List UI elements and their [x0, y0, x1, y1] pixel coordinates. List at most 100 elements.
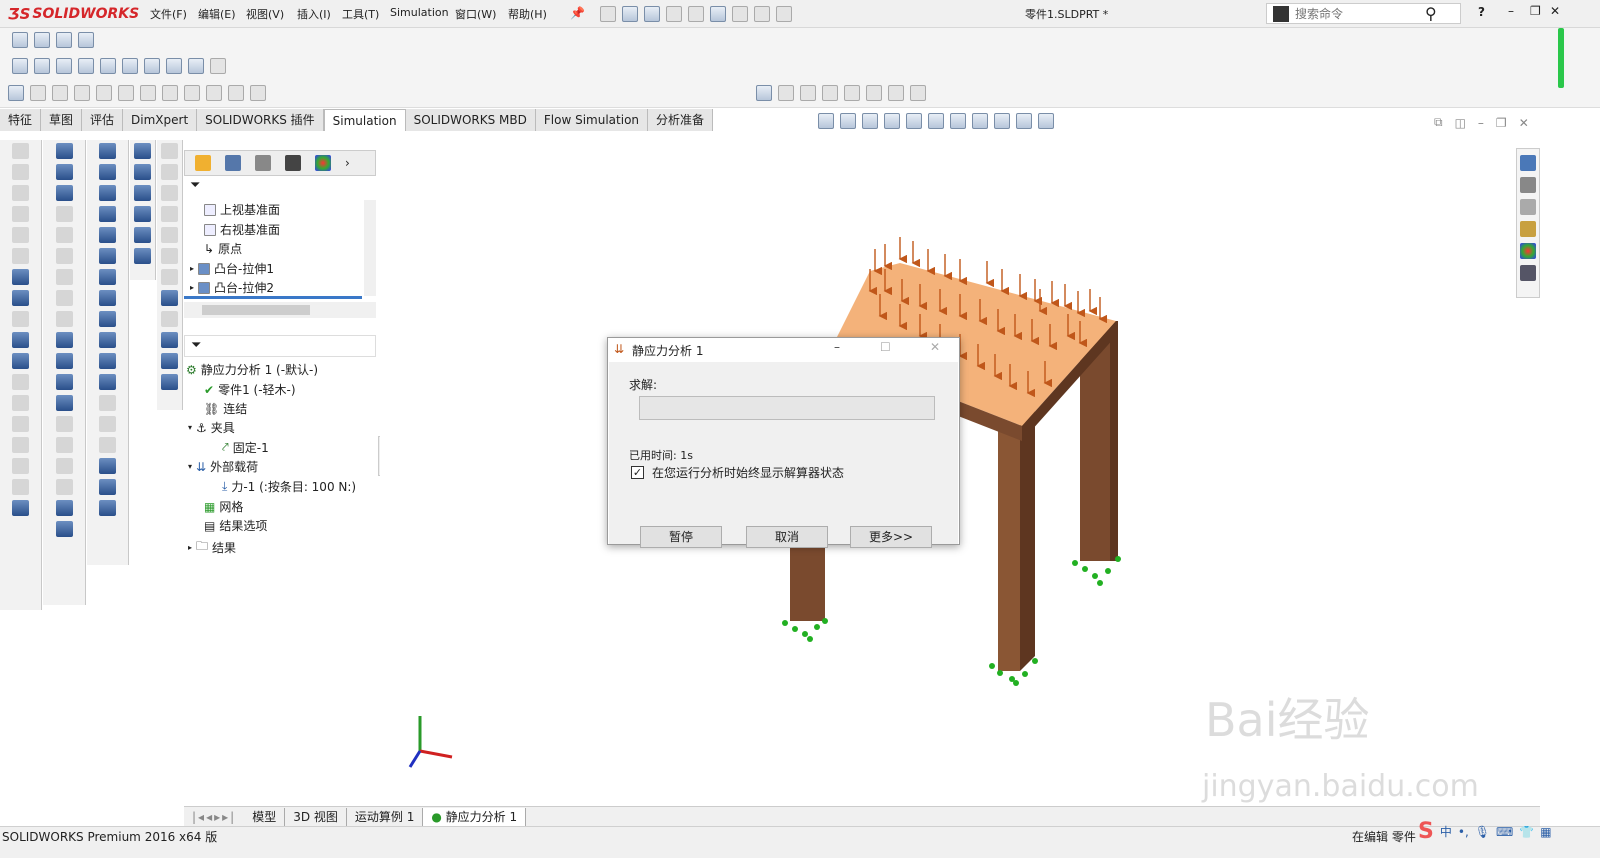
- tree-item-top-plane[interactable]: 上视基准面: [204, 201, 280, 218]
- cmd-icon[interactable]: [12, 437, 29, 453]
- plot-icon[interactable]: [910, 85, 926, 101]
- force-1-node[interactable]: ⤓ 力-1 (:按条目: 100 N:): [222, 478, 356, 495]
- search-command-box[interactable]: ⚲: [1266, 3, 1461, 24]
- tree-vertical-scrollbar[interactable]: [364, 200, 376, 296]
- cmd-icon[interactable]: [161, 353, 178, 369]
- tab-mbd[interactable]: SOLIDWORKS MBD: [405, 109, 536, 131]
- external-loads-node[interactable]: ▾ ⇊ 外部载荷: [188, 458, 258, 475]
- zoom-icon[interactable]: [8, 85, 24, 101]
- animate-icon[interactable]: [888, 85, 904, 101]
- tab-static-study[interactable]: ● 静应力分析 1: [423, 807, 527, 826]
- cmd-icon[interactable]: [55, 521, 73, 537]
- cube2-icon[interactable]: [140, 85, 156, 101]
- cmd-icon[interactable]: [55, 500, 73, 516]
- rebuild-icon[interactable]: [732, 6, 748, 22]
- cmd-icon[interactable]: [161, 143, 178, 159]
- hide-show-icon[interactable]: [972, 113, 988, 129]
- resources-icon[interactable]: [1520, 177, 1536, 193]
- results-node[interactable]: ▸ 🗀 结果: [188, 537, 236, 558]
- mesh-node[interactable]: ▦ 网格: [204, 498, 243, 515]
- cmd-icon[interactable]: [55, 353, 73, 369]
- part-node[interactable]: ✔ 零件1 (-轻木-): [204, 381, 296, 398]
- export-icon[interactable]: [250, 85, 266, 101]
- menu-simulation[interactable]: Simulation: [390, 6, 449, 19]
- cmd-icon[interactable]: [99, 227, 116, 243]
- result-options-node[interactable]: ▤ 结果选项: [204, 517, 267, 534]
- cmd-icon[interactable]: [12, 395, 29, 411]
- microphone-icon[interactable]: 🎙: [1475, 825, 1490, 839]
- cmd-icon[interactable]: [55, 143, 73, 159]
- tree-horizontal-scrollbar[interactable]: [184, 302, 376, 318]
- close-icon[interactable]: ✕: [1550, 4, 1560, 18]
- tab-evaluate[interactable]: 评估: [82, 109, 124, 131]
- help-button[interactable]: ?: [1478, 5, 1485, 19]
- toolbox-icon[interactable]: ▦: [1540, 825, 1551, 839]
- options-gear-icon[interactable]: [776, 6, 792, 22]
- cmd-icon[interactable]: [55, 374, 73, 390]
- design-check-icon[interactable]: [822, 85, 838, 101]
- cmd-icon[interactable]: [161, 290, 178, 306]
- pin-icon[interactable]: 📌: [570, 6, 585, 20]
- cmd-icon[interactable]: [12, 290, 29, 306]
- doc-minimize-icon[interactable]: –: [1478, 116, 1484, 130]
- report2-icon[interactable]: [844, 85, 860, 101]
- filter-icon[interactable]: ⏷: [191, 338, 201, 353]
- cmd-icon[interactable]: [12, 269, 29, 285]
- tab-features[interactable]: 特征: [0, 109, 42, 131]
- cmd-icon[interactable]: [99, 164, 116, 180]
- tab-dimxpert[interactable]: DimXpert: [123, 109, 198, 131]
- collapse-icon[interactable]: ▾: [188, 462, 192, 471]
- keyboard-icon[interactable]: ⌨: [1496, 825, 1513, 839]
- minimize-icon[interactable]: –: [1508, 4, 1514, 18]
- appearance-icon[interactable]: [78, 32, 94, 48]
- cmd-icon[interactable]: [12, 500, 29, 516]
- cmd-icon[interactable]: [55, 206, 73, 222]
- cmd-icon[interactable]: [12, 143, 29, 159]
- sketch-tool-icon[interactable]: [12, 32, 28, 48]
- punctuation-icon[interactable]: •,: [1458, 825, 1469, 839]
- fixture-1-node[interactable]: ⤤ 固定-1: [222, 439, 269, 456]
- design-library-icon[interactable]: [1520, 199, 1536, 215]
- arrow-down-icon[interactable]: [74, 85, 90, 101]
- sogou-icon[interactable]: S: [1418, 819, 1434, 844]
- cmd-icon[interactable]: [161, 206, 178, 222]
- dynamic-annotation-icon[interactable]: [906, 113, 922, 129]
- undo-icon[interactable]: [688, 6, 704, 22]
- zoom-area-icon[interactable]: [840, 113, 856, 129]
- solidworks-logo[interactable]: ƷS SOLIDWORKS: [8, 2, 139, 26]
- tree-item-boss-extrude-2[interactable]: ▸ 凸台-拉伸2: [190, 279, 274, 296]
- chart-icon[interactable]: [96, 85, 112, 101]
- cmd-icon[interactable]: [55, 290, 73, 306]
- report-icon[interactable]: [228, 85, 244, 101]
- open-icon[interactable]: [622, 6, 638, 22]
- tab-motion-study[interactable]: 运动算例 1: [347, 807, 424, 826]
- select-icon[interactable]: [710, 6, 726, 22]
- cmd-icon[interactable]: [99, 290, 116, 306]
- tab-scroll-arrows-icon[interactable]: |◂◂▸▸|: [184, 810, 244, 824]
- smart-dimension-icon[interactable]: [34, 32, 50, 48]
- property-manager-tab-icon[interactable]: [225, 155, 241, 171]
- result-list-icon[interactable]: [778, 85, 794, 101]
- file-explorer-icon[interactable]: [1520, 221, 1536, 237]
- view-orientation-icon[interactable]: [928, 113, 944, 129]
- cmd-icon[interactable]: [134, 185, 151, 201]
- expand-icon[interactable]: ▸: [188, 543, 192, 552]
- cmd-icon[interactable]: [99, 248, 116, 264]
- view-settings-icon[interactable]: [1038, 113, 1054, 129]
- cmd-icon[interactable]: [55, 185, 73, 201]
- dimxpert-tab-icon[interactable]: [285, 155, 301, 171]
- cmd-icon[interactable]: [55, 311, 73, 327]
- back-view-icon[interactable]: [56, 58, 72, 74]
- cmd-icon[interactable]: [99, 500, 116, 516]
- cmd-icon[interactable]: [55, 248, 73, 264]
- filter-icon[interactable]: [52, 85, 68, 101]
- cmd-icon[interactable]: [55, 437, 73, 453]
- section-view-icon[interactable]: [884, 113, 900, 129]
- cmd-icon[interactable]: [12, 311, 29, 327]
- tab-flow-simulation[interactable]: Flow Simulation: [535, 109, 649, 131]
- cmd-icon[interactable]: [99, 311, 116, 327]
- cmd-icon[interactable]: [12, 164, 29, 180]
- filter-icon[interactable]: ⏷: [190, 178, 200, 193]
- expand-icon[interactable]: ▸: [190, 283, 194, 292]
- cmd-icon[interactable]: [99, 185, 116, 201]
